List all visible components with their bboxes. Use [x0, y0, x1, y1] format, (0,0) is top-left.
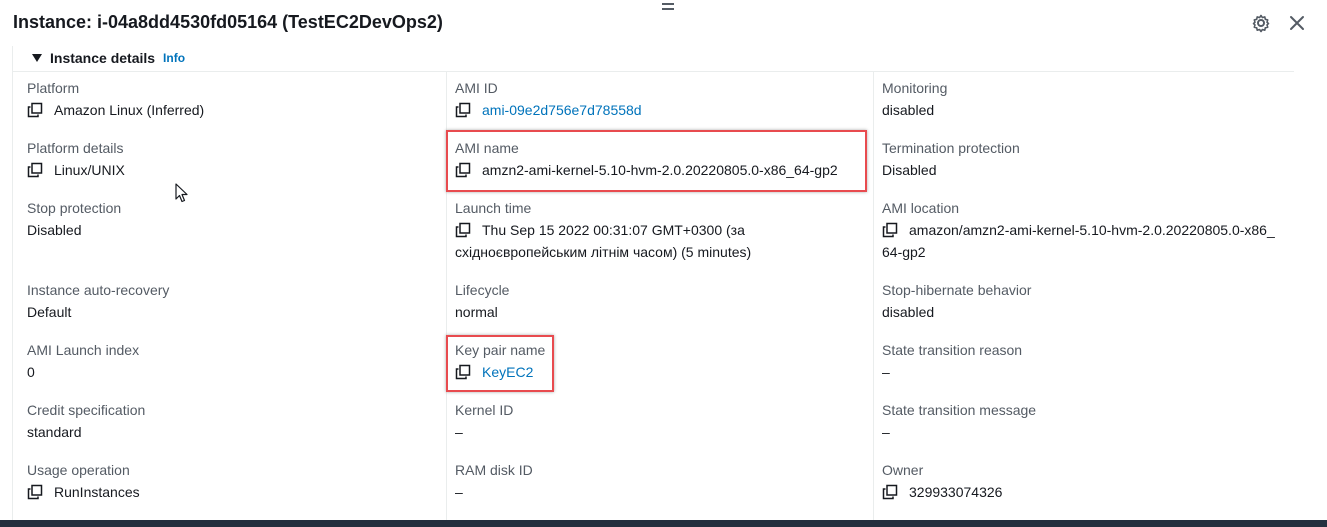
- field-label: Lifecycle: [455, 282, 510, 298]
- field-monitoring: Monitoring disabled: [882, 77, 1292, 121]
- field-label: State transition reason: [882, 342, 1023, 358]
- field-label: Credit specification: [27, 402, 146, 418]
- field-label: Instance auto-recovery: [27, 282, 170, 298]
- copy-icon[interactable]: [27, 484, 43, 500]
- field-value: –: [882, 424, 890, 440]
- field-value: –: [455, 484, 463, 500]
- field-label: Stop-hibernate behavior: [882, 282, 1032, 298]
- field-launch-time: Launch time Thu Sep 15 2022 00:31:07 GMT…: [455, 197, 855, 263]
- page-title: Instance: i-04a8dd4530fd05164 (TestEC2De…: [13, 12, 443, 32]
- field-ami-id: AMI ID ami-09e2d756e7d78558d: [455, 77, 865, 121]
- key-pair-link[interactable]: KeyEC2: [482, 361, 533, 383]
- field-label: State transition message: [882, 402, 1037, 418]
- copy-icon[interactable]: [27, 102, 43, 118]
- field-lifecycle: Lifecycle normal: [455, 279, 865, 323]
- column-divider: [873, 72, 874, 520]
- field-label: Monitoring: [882, 80, 948, 96]
- field-termination-protection: Termination protection Disabled: [882, 137, 1292, 181]
- field-value: Disabled: [882, 162, 937, 178]
- field-value: –: [455, 424, 463, 440]
- copy-icon[interactable]: [27, 162, 43, 178]
- field-label: Termination protection: [882, 140, 1020, 156]
- field-value: –: [882, 364, 890, 380]
- field-value: Thu Sep 15 2022 00:31:07 GMT+0300 (за сх…: [455, 222, 752, 260]
- field-label: Kernel ID: [455, 402, 514, 418]
- copy-icon[interactable]: [882, 484, 898, 500]
- field-label: Key pair name: [455, 342, 546, 358]
- section-border: [12, 46, 13, 520]
- field-credit-specification: Credit specification standard: [27, 399, 437, 443]
- field-instance-auto-recovery: Instance auto-recovery Default: [27, 279, 437, 323]
- field-owner: Owner 329933074326: [882, 459, 1292, 503]
- field-label: Stop protection: [27, 200, 122, 216]
- field-state-transition-reason: State transition reason –: [882, 339, 1292, 383]
- field-value: Default: [27, 304, 72, 320]
- copy-icon[interactable]: [455, 364, 471, 380]
- field-value: disabled: [882, 304, 935, 320]
- field-label: Platform details: [27, 140, 124, 156]
- field-platform-details: Platform details Linux/UNIX: [27, 137, 437, 181]
- copy-icon[interactable]: [455, 102, 471, 118]
- field-value: 0: [27, 364, 35, 380]
- field-label: Usage operation: [27, 462, 130, 478]
- field-stop-protection: Stop protection Disabled: [27, 197, 437, 241]
- column-divider: [446, 72, 447, 520]
- section-divider: [12, 71, 1294, 72]
- field-platform: Platform Amazon Linux (Inferred): [27, 77, 437, 121]
- field-value: 329933074326: [909, 484, 1003, 500]
- info-link[interactable]: Info: [163, 51, 185, 65]
- field-state-transition-message: State transition message –: [882, 399, 1292, 443]
- bottom-bar: [0, 520, 1327, 527]
- field-value: Amazon Linux (Inferred): [54, 102, 205, 118]
- field-label: Owner: [882, 462, 924, 478]
- ami-id-link[interactable]: ami-09e2d756e7d78558d: [482, 99, 642, 121]
- field-usage-operation: Usage operation RunInstances: [27, 459, 437, 503]
- field-ami-location: AMI location amazon/amzn2-ami-kernel-5.1…: [882, 197, 1302, 263]
- field-label: AMI name: [455, 140, 519, 156]
- section-toggle[interactable]: Instance details Info: [32, 50, 185, 66]
- gear-icon[interactable]: [1251, 13, 1271, 33]
- field-key-pair-name: Key pair name KeyEC2: [455, 339, 865, 383]
- field-value: RunInstances: [54, 484, 140, 500]
- field-stop-hibernate-behavior: Stop-hibernate behavior disabled: [882, 279, 1292, 323]
- field-value: amzn2-ami-kernel-5.10-hvm-2.0.20220805.0…: [482, 162, 838, 178]
- section-title: Instance details: [50, 50, 156, 66]
- field-value: disabled: [882, 102, 935, 118]
- instance-details-panel: Instance: i-04a8dd4530fd05164 (TestEC2De…: [0, 0, 1327, 527]
- field-label: Platform: [27, 80, 80, 96]
- field-ami-launch-index: AMI Launch index 0: [27, 339, 437, 383]
- close-icon[interactable]: [1287, 13, 1307, 33]
- field-label: AMI Launch index: [27, 342, 140, 358]
- caret-down-icon: [32, 54, 42, 62]
- field-label: RAM disk ID: [455, 462, 533, 478]
- field-kernel-id: Kernel ID –: [455, 399, 865, 443]
- field-label: AMI location: [882, 200, 960, 216]
- field-value: Disabled: [27, 222, 82, 238]
- field-value: amazon/amzn2-ami-kernel-5.10-hvm-2.0.202…: [882, 222, 1275, 260]
- field-label: AMI ID: [455, 80, 498, 96]
- field-value: Linux/UNIX: [54, 162, 125, 178]
- copy-icon[interactable]: [455, 162, 471, 178]
- field-ram-disk-id: RAM disk ID –: [455, 459, 865, 503]
- field-value: normal: [455, 304, 498, 320]
- field-label: Launch time: [455, 200, 532, 216]
- field-ami-name: AMI name amzn2-ami-kernel-5.10-hvm-2.0.2…: [455, 137, 865, 181]
- panel-header: Instance: i-04a8dd4530fd05164 (TestEC2De…: [0, 0, 1327, 46]
- mouse-cursor-icon: [175, 183, 189, 203]
- field-value: standard: [27, 424, 82, 440]
- drag-handle-icon[interactable]: [662, 3, 674, 10]
